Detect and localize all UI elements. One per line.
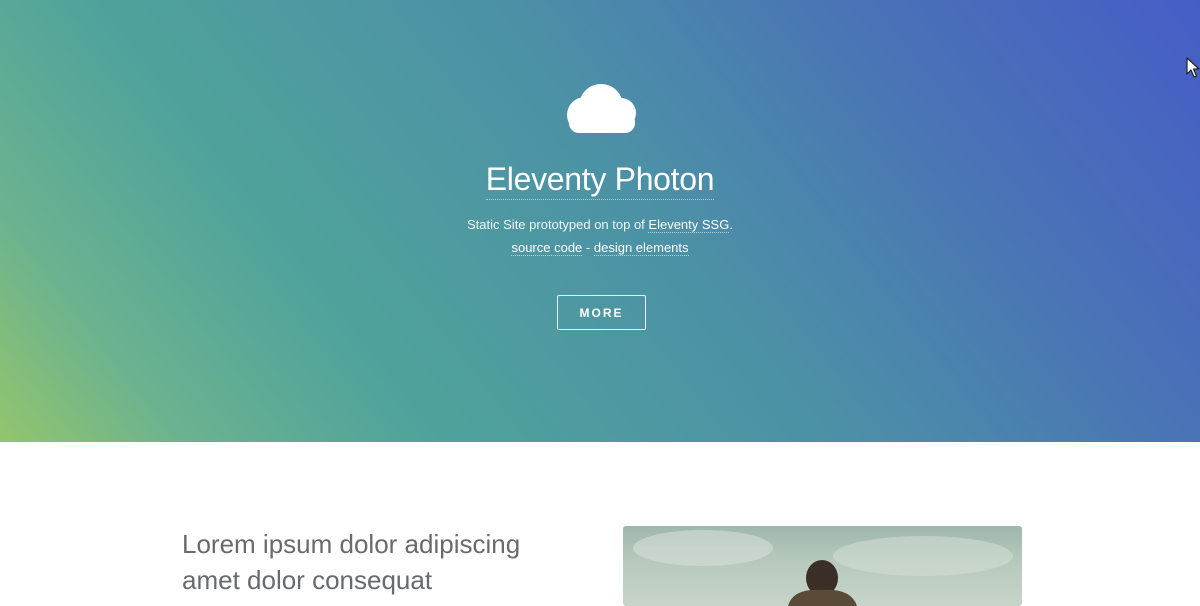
photo-person-figure (633, 530, 1013, 606)
feature-photo (623, 526, 1022, 606)
more-button[interactable]: MORE (557, 295, 646, 330)
eleventy-ssg-link[interactable]: Eleventy SSG (648, 217, 730, 233)
site-title-link[interactable]: Eleventy Photon (485, 161, 715, 200)
design-elements-link[interactable]: design elements (593, 240, 689, 256)
section-heading: Lorem ipsum dolor adipiscing amet dolor … (182, 526, 582, 598)
description-text: Static Site prototyped on top of (467, 217, 649, 232)
site-description: Static Site prototyped on top of Elevent… (0, 216, 1200, 234)
cloud-icon (567, 84, 636, 133)
site-links: source code - design elements (0, 239, 1200, 257)
link-separator: - (582, 240, 594, 255)
heading-line-1: Lorem ipsum dolor adipiscing (182, 529, 521, 559)
site-title: Eleventy Photon (0, 158, 1200, 200)
heading-line-2: amet dolor consequat (182, 565, 433, 595)
mouse-cursor-icon (1186, 57, 1200, 78)
source-code-link[interactable]: source code (511, 240, 583, 256)
description-period: . (729, 217, 733, 232)
header-banner: Eleventy Photon Static Site prototyped o… (0, 0, 1200, 442)
